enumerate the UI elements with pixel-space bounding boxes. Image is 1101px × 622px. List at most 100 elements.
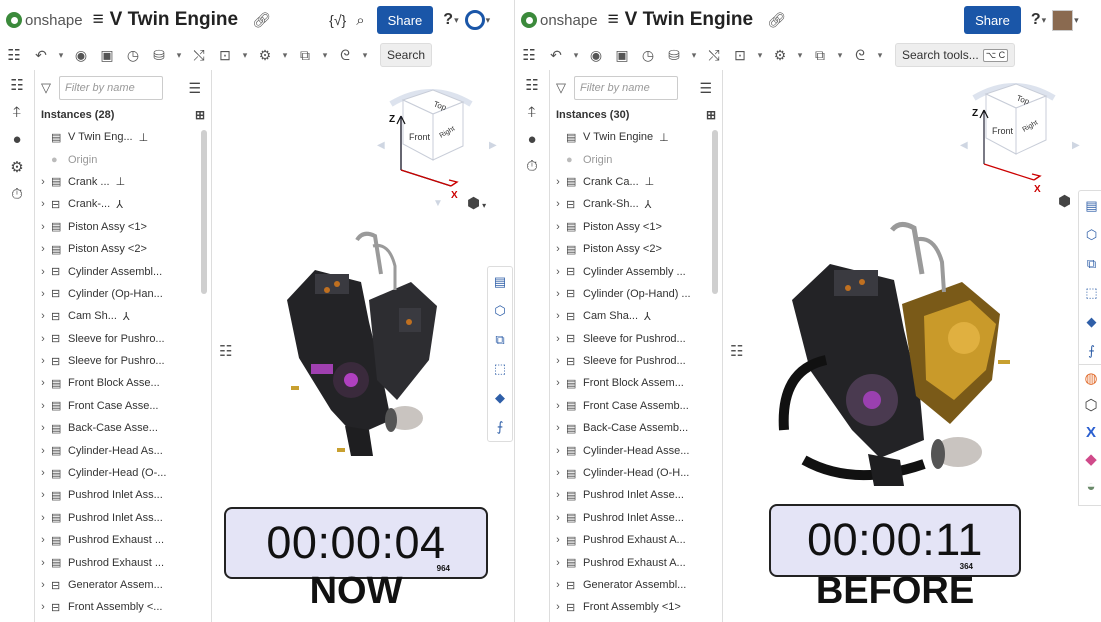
named-views-icon[interactable]: ⧉	[495, 325, 504, 354]
insert-icon[interactable]: ◉	[68, 47, 94, 64]
measure-icon[interactable]: ᘓ	[847, 47, 873, 64]
list-item[interactable]: › ⊟ Cylinder Assembly ...	[550, 260, 722, 282]
list-view-icon[interactable]: ☰	[188, 80, 201, 97]
timer-icon[interactable]: ⏱	[526, 158, 538, 175]
list-item[interactable]: › ▤ Pushrod Inlet Asse...	[550, 507, 722, 529]
chevron-right-icon[interactable]: ›	[550, 400, 566, 412]
engine-model[interactable]	[774, 220, 1018, 500]
section-view-icon[interactable]: ⬚	[494, 354, 506, 383]
list-item[interactable]: › ⊟ Crank-... ⅄	[35, 193, 211, 215]
chevron-right-icon[interactable]: ›	[35, 355, 51, 367]
chevron-right-icon[interactable]: ›	[550, 601, 566, 613]
list-item[interactable]: › ⊟ Sleeve for Pushrod...	[550, 350, 722, 372]
replicate-icon[interactable]: ⧉	[807, 47, 833, 64]
replicate-caret-icon[interactable]: ▾	[318, 50, 332, 61]
filter-input[interactable]	[59, 76, 163, 100]
cylinder-caret-icon[interactable]: ▾	[172, 50, 186, 61]
list-item[interactable]: › ⊟ Cylinder Assembl...	[35, 260, 211, 282]
group-icon[interactable]: ⊡	[212, 47, 238, 64]
cylinder-icon[interactable]: ⛁	[661, 47, 687, 64]
graphics-viewport[interactable]: Top Front Right Z X ◀ ▶ ▼ ⬢ ▾ ☷ ▤ ⬡ ⧉ ⬚ ◆…	[213, 70, 514, 622]
chevron-right-icon[interactable]: ›	[550, 243, 566, 255]
chevron-right-icon[interactable]: ›	[35, 266, 51, 278]
undo-caret-icon[interactable]: ▾	[569, 50, 583, 61]
chevron-right-icon[interactable]: ›	[35, 512, 51, 524]
chevron-right-icon[interactable]: ›	[35, 221, 51, 233]
history-icon[interactable]: ◷	[635, 47, 661, 64]
list-item[interactable]: › ⊟ Sleeve for Pushrod...	[550, 328, 722, 350]
chevron-right-icon[interactable]: ›	[550, 266, 566, 278]
clipboard-icon[interactable]: ▣	[94, 47, 120, 64]
user-caret-icon[interactable]: ▾	[486, 15, 491, 26]
list-item[interactable]: ▤ V Twin Eng... ⊥	[35, 126, 211, 148]
x-app-icon[interactable]: X	[1086, 422, 1096, 444]
timer-icon[interactable]: ⏱	[11, 186, 23, 203]
chevron-right-icon[interactable]: ›	[35, 601, 51, 613]
insert-part-icon[interactable]: ⍏	[527, 104, 536, 121]
list-item[interactable]: › ▤ Front Case Asse...	[35, 395, 211, 417]
share-button[interactable]: Share	[964, 6, 1021, 34]
list-item[interactable]: › ▤ Pushrod Inlet Ass...	[35, 507, 211, 529]
replicate-icon[interactable]: ⧉	[292, 47, 318, 64]
rotate-left-icon[interactable]: ◀	[960, 140, 968, 151]
list-item[interactable]: › ▤ Piston Assy <2>	[35, 238, 211, 260]
search-tools-button[interactable]: Search tools... ⌥ C	[895, 43, 1016, 67]
search-icon[interactable]: ⌕	[356, 12, 364, 29]
chevron-right-icon[interactable]: ›	[35, 534, 51, 546]
instance-list-icon[interactable]: ☷	[10, 76, 23, 94]
chevron-right-icon[interactable]: ›	[550, 557, 566, 569]
list-item[interactable]: ● Origin	[35, 148, 211, 170]
share-button[interactable]: Share	[376, 6, 434, 34]
rotate-right-icon[interactable]: ▶	[1072, 140, 1080, 151]
group-caret-icon[interactable]: ▾	[753, 50, 767, 61]
cube-face-front[interactable]: Front	[409, 132, 431, 142]
appearance-icon[interactable]: ⬡	[1086, 220, 1097, 249]
list-item[interactable]: › ⊟ Sleeve for Pushro...	[35, 328, 211, 350]
list-item[interactable]: › ⊟ Cylinder (Op-Han...	[35, 283, 211, 305]
user-avatar[interactable]	[1052, 9, 1074, 31]
list-item[interactable]: › ⊟ Generator Assem...	[35, 574, 211, 596]
chevron-right-icon[interactable]: ›	[550, 422, 566, 434]
bom-icon[interactable]: ▤	[494, 267, 506, 296]
search-tools-button[interactable]: Search	[380, 43, 433, 67]
comments-icon[interactable]: ●	[527, 131, 536, 148]
user-avatar[interactable]	[464, 10, 485, 30]
measure-icon[interactable]: ᘓ	[332, 47, 358, 64]
mate-features-icon[interactable]: ☷	[515, 46, 543, 64]
chevron-right-icon[interactable]: ›	[550, 377, 566, 389]
chevron-right-icon[interactable]: ›	[35, 198, 51, 210]
variables-panel-icon[interactable]: ⨍	[1088, 336, 1095, 365]
help-caret-icon[interactable]: ▾	[1042, 15, 1047, 26]
toggle-panel-icon[interactable]: ☷	[730, 342, 743, 360]
list-item[interactable]: › ▤ Piston Assy <2>	[550, 238, 722, 260]
new-folder-icon[interactable]: ⊞	[706, 108, 716, 122]
clipboard-icon[interactable]: ▣	[609, 47, 635, 64]
mate-connector-icon[interactable]: ⚙	[767, 47, 793, 64]
undo-icon[interactable]: ↶	[543, 47, 569, 64]
chevron-right-icon[interactable]: ›	[550, 333, 566, 345]
explode-icon[interactable]: ⤭	[701, 47, 727, 64]
comments-icon[interactable]: ●	[12, 131, 21, 148]
group-icon[interactable]: ⊡	[727, 47, 753, 64]
chevron-right-icon[interactable]: ›	[550, 512, 566, 524]
list-item[interactable]: › ▤ Pushrod Exhaust A...	[550, 529, 722, 551]
chevron-right-icon[interactable]: ›	[550, 288, 566, 300]
hamburger-menu-icon[interactable]: ≡	[93, 9, 104, 31]
chevron-right-icon[interactable]: ›	[550, 198, 566, 210]
named-views-icon[interactable]: ⧉	[1087, 249, 1096, 278]
link-icon[interactable]: 🔗︎	[767, 11, 786, 29]
list-item[interactable]: › ▤ Piston Assy <1>	[550, 216, 722, 238]
list-item[interactable]: › ▤ Cylinder-Head (O-H...	[550, 462, 722, 484]
help-caret-icon[interactable]: ▾	[454, 15, 459, 26]
chevron-right-icon[interactable]: ›	[35, 467, 51, 479]
chevron-right-icon[interactable]: ›	[550, 221, 566, 233]
chevron-right-icon[interactable]: ›	[550, 467, 566, 479]
instance-list-icon[interactable]: ☷	[525, 76, 538, 94]
link-icon[interactable]: 🔗︎	[252, 11, 271, 29]
variables-panel-icon[interactable]: ⨍	[497, 412, 504, 441]
mate-caret-icon[interactable]: ▾	[793, 50, 807, 61]
list-item[interactable]: › ▤ Piston Assy <1>	[35, 216, 211, 238]
user-caret-icon[interactable]: ▾	[1074, 15, 1079, 26]
list-item[interactable]: ▤ V Twin Engine ⊥	[550, 126, 722, 148]
filter-icon[interactable]: ▽	[556, 80, 574, 96]
